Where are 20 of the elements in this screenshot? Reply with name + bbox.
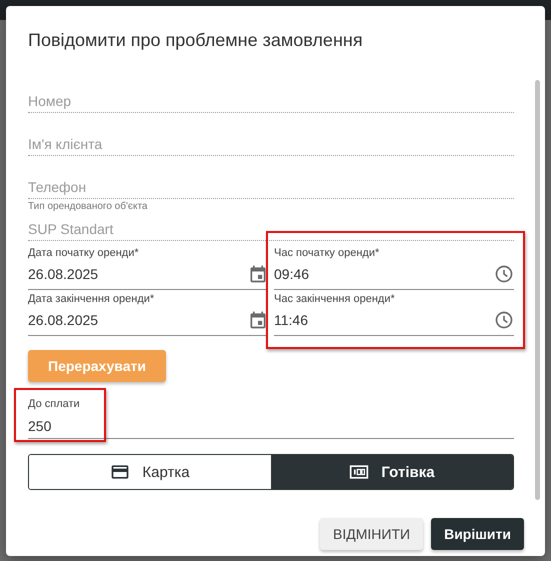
resolve-button[interactable]: Вирішити bbox=[431, 518, 524, 550]
date-field[interactable]: 26.08.2025 bbox=[28, 305, 268, 336]
field-label: Час початку оренди* bbox=[274, 247, 380, 259]
clock-icon[interactable] bbox=[494, 264, 514, 284]
clock-icon[interactable] bbox=[494, 310, 514, 330]
field-label: До сплати bbox=[28, 398, 80, 410]
time-field[interactable]: 09:46 bbox=[274, 259, 514, 290]
calendar-icon[interactable] bbox=[248, 264, 268, 284]
field-label: Тип орендованого об'єкта bbox=[28, 201, 148, 213]
scrollbar[interactable] bbox=[535, 80, 542, 500]
field-label: Час закінчення оренди* bbox=[274, 293, 395, 305]
dialog-title: Повідомити про проблемне замовлення bbox=[27, 29, 364, 52]
field-label: Дата початку оренди* bbox=[28, 247, 139, 259]
date-field[interactable]: 26.08.2025 bbox=[28, 259, 268, 290]
calendar-icon[interactable] bbox=[248, 310, 268, 330]
cancel-button[interactable]: ВІДМІНИТИ bbox=[320, 518, 424, 550]
input-field[interactable]: 250 bbox=[28, 413, 514, 439]
time-field[interactable]: 11:46 bbox=[274, 305, 514, 336]
payment-option[interactable]: Готівка bbox=[271, 455, 513, 489]
field-label: Дата закінчення оренди* bbox=[28, 293, 154, 305]
